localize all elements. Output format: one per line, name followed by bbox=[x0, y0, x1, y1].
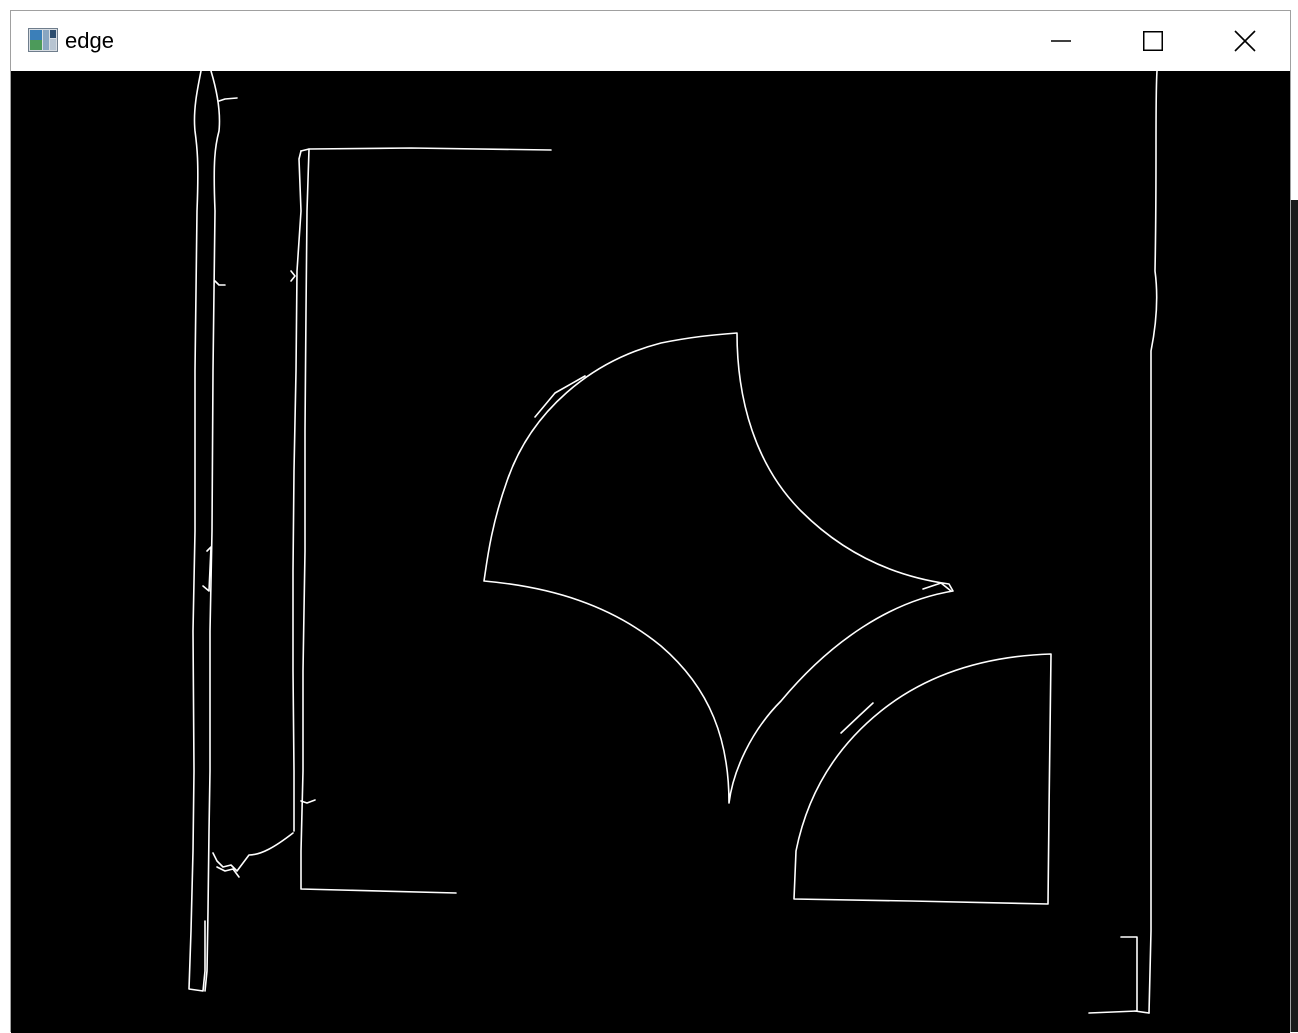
bracket-top bbox=[300, 147, 552, 152]
quarter-circle-artifact bbox=[840, 702, 874, 734]
right-pillar-edge bbox=[1148, 71, 1158, 1014]
concave-diamond-shape bbox=[483, 332, 954, 804]
bracket-notch bbox=[300, 799, 316, 804]
right-bottom-bracket-b bbox=[1134, 1010, 1150, 1014]
right-bottom-bracket bbox=[1088, 936, 1138, 1014]
bracket-inner bbox=[300, 148, 457, 894]
left-bottom-curve bbox=[212, 832, 294, 872]
image-window: edge bbox=[10, 10, 1291, 1033]
quarter-circle-shape bbox=[793, 653, 1052, 905]
close-button[interactable] bbox=[1199, 11, 1291, 71]
concave-diamond-artifact bbox=[534, 375, 586, 418]
close-icon bbox=[1234, 30, 1256, 52]
maximize-button[interactable] bbox=[1107, 11, 1199, 71]
bracket-notch-2 bbox=[290, 270, 296, 282]
left-pillar-notch-2 bbox=[214, 280, 226, 286]
background-window-edge bbox=[1291, 200, 1298, 1032]
maximize-icon bbox=[1143, 31, 1163, 51]
bracket-outer bbox=[292, 150, 302, 832]
left-pillar-notch-3 bbox=[202, 546, 212, 592]
left-bottom-curve-b bbox=[216, 866, 240, 878]
title-bar[interactable]: edge bbox=[11, 11, 1290, 71]
left-pillar-edge-outer bbox=[188, 71, 206, 992]
left-pillar-notch bbox=[218, 97, 238, 102]
edge-detection-image bbox=[188, 71, 1158, 1014]
minimize-icon bbox=[1051, 40, 1071, 42]
opencv-window-icon bbox=[28, 28, 58, 52]
edge-image-canvas[interactable] bbox=[11, 71, 1290, 1033]
minimize-button[interactable] bbox=[1015, 11, 1107, 71]
window-title: edge bbox=[65, 28, 114, 53]
